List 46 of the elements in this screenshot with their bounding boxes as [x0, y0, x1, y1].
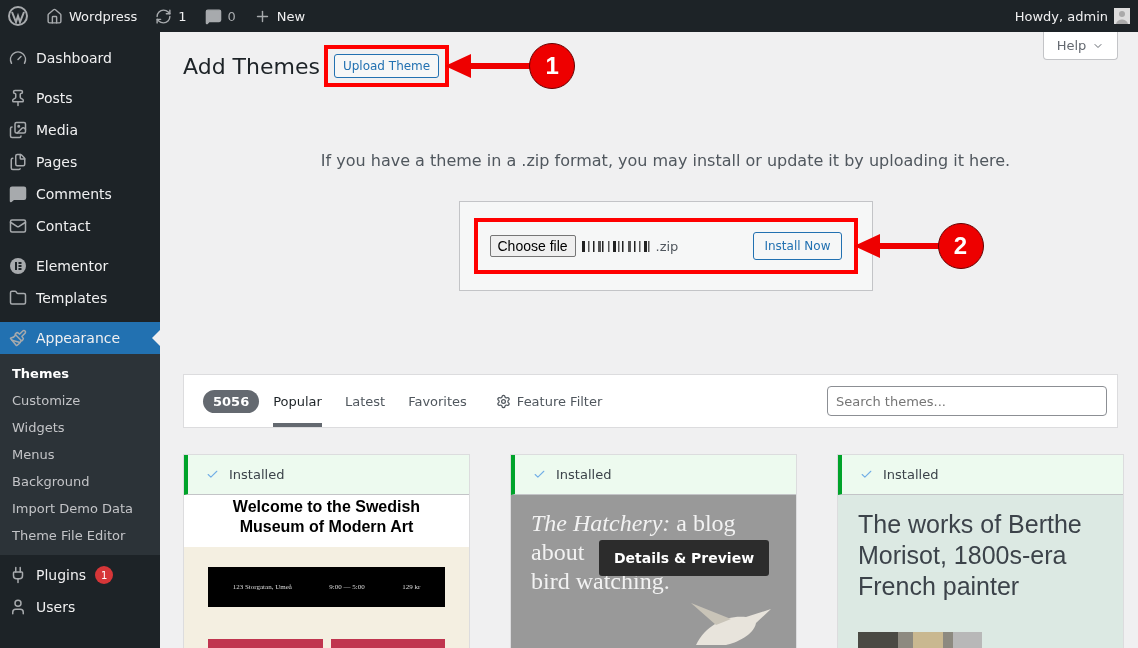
- menu-item[interactable]: Comments: [0, 178, 160, 210]
- menu-item[interactable]: Dashboard: [0, 42, 160, 74]
- comments-link[interactable]: 0: [204, 7, 236, 25]
- new-link[interactable]: New: [253, 7, 306, 25]
- theme-heading: The Hatchery: a blog: [531, 509, 736, 538]
- submenu-item[interactable]: Menus: [0, 441, 160, 468]
- submenu-item[interactable]: Theme File Editor: [0, 522, 160, 549]
- updates-link[interactable]: 1: [155, 7, 187, 25]
- theme-heading: The works of Berthe Morisot, 1800s-era French painter: [858, 509, 1083, 602]
- menu-item[interactable]: Templates: [0, 282, 160, 314]
- account-link[interactable]: Howdy, admin: [1014, 8, 1130, 24]
- status-text: Installed: [883, 467, 939, 482]
- submenu-item[interactable]: Import Demo Data: [0, 495, 160, 522]
- menu-item[interactable]: Media: [0, 114, 160, 146]
- filter-tab[interactable]: Popular: [273, 375, 322, 427]
- file-name: .zip: [655, 238, 679, 254]
- submenu-item[interactable]: Background: [0, 468, 160, 495]
- help-button[interactable]: Help: [1043, 32, 1118, 60]
- menu-item[interactable]: Appearance: [0, 322, 160, 354]
- menu-item[interactable]: Users: [0, 591, 160, 623]
- search-field[interactable]: Search themes...: [827, 386, 1107, 416]
- menu-item[interactable]: Pages: [0, 146, 160, 178]
- menu-item[interactable]: Posts: [0, 82, 160, 114]
- upload-message: If you have a theme in a .zip format, you may install or update it by uploading it here.: [319, 151, 1012, 170]
- feature-filter-link[interactable]: Feature Filter: [495, 393, 603, 409]
- upload-theme-button[interactable]: Upload Theme: [333, 54, 440, 78]
- site-link[interactable]: Wordpress: [46, 7, 138, 25]
- choose-file-button[interactable]: Choose file: [489, 235, 576, 257]
- submenu-item[interactable]: Customize: [0, 387, 160, 414]
- install-now-button[interactable]: Install Now: [753, 232, 842, 260]
- filter-tab[interactable]: Favorites: [408, 375, 467, 427]
- submenu-item[interactable]: Themes: [0, 360, 160, 387]
- menu-item[interactable]: Elementor: [0, 250, 160, 282]
- count-badge: 1: [95, 566, 114, 584]
- filter-tab[interactable]: Latest: [344, 375, 386, 427]
- details-preview-button[interactable]: Details & Preview: [599, 540, 769, 576]
- step-badge: 1: [529, 43, 576, 89]
- page-title: Add Themes: [183, 53, 320, 79]
- submenu-item[interactable]: Widgets: [0, 414, 160, 441]
- theme-heading: about: [531, 538, 585, 567]
- step-badge: 2: [937, 223, 984, 269]
- status-text: Installed: [229, 467, 285, 482]
- menu-item[interactable]: Plugins 1: [0, 559, 160, 591]
- menu-item[interactable]: Contact: [0, 210, 160, 242]
- theme-count: 5056: [203, 389, 260, 413]
- status-text: Installed: [556, 467, 612, 482]
